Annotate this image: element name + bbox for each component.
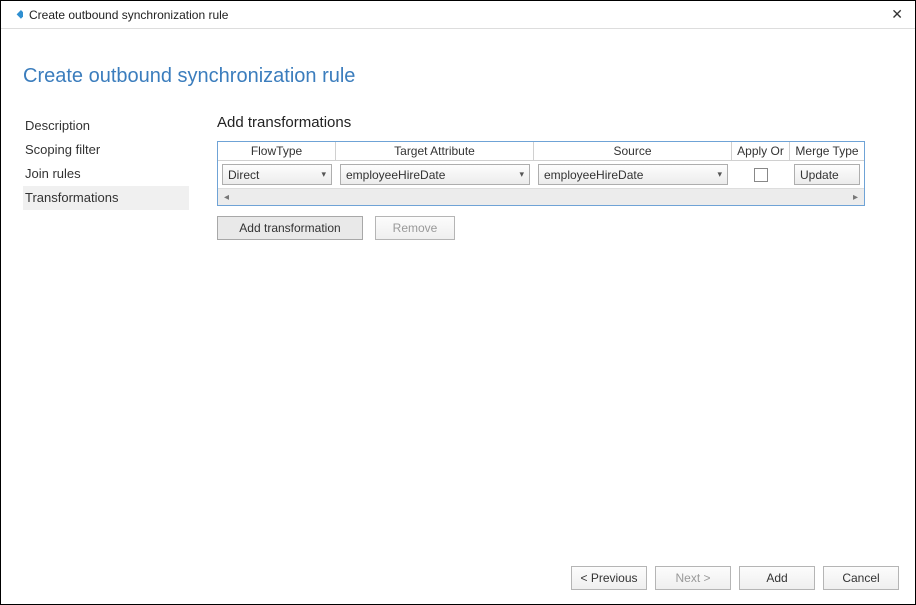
add-button[interactable]: Add xyxy=(739,566,815,590)
chevron-down-icon: ▾ xyxy=(519,169,524,180)
chevron-down-icon: ▾ xyxy=(321,169,326,180)
flowtype-value: Direct xyxy=(228,168,259,182)
add-transformation-button[interactable]: Add transformation xyxy=(217,216,363,240)
cancel-button[interactable]: Cancel xyxy=(823,566,899,590)
grid-header-row: FlowType Target Attribute Source Apply O… xyxy=(218,142,864,161)
mergetype-value: Update xyxy=(800,168,839,182)
remove-button[interactable]: Remove xyxy=(375,216,455,240)
mergetype-select[interactable]: Update xyxy=(794,164,860,185)
target-value: employeeHireDate xyxy=(346,168,445,182)
wizard-footer: < Previous Next > Add Cancel xyxy=(1,556,915,604)
col-header-applyor[interactable]: Apply Or xyxy=(732,142,790,161)
grid-scrollbar[interactable]: ◂ ▸ xyxy=(218,188,864,205)
sidebar: Description Scoping filter Join rules Tr… xyxy=(23,114,189,240)
transformations-panel: Add transformations FlowType Target Attr… xyxy=(217,114,893,240)
flowtype-select[interactable]: Direct ▾ xyxy=(222,164,332,185)
app-icon xyxy=(9,8,23,22)
source-value: employeeHireDate xyxy=(544,168,643,182)
next-button[interactable]: Next > xyxy=(655,566,731,590)
titlebar: Create outbound synchronization rule ✕ xyxy=(1,1,915,29)
col-header-source[interactable]: Source xyxy=(534,142,732,161)
chevron-down-icon: ▾ xyxy=(717,169,722,180)
previous-button[interactable]: < Previous xyxy=(571,566,647,590)
window-title: Create outbound synchronization rule xyxy=(29,8,887,22)
source-select[interactable]: employeeHireDate ▾ xyxy=(538,164,728,185)
col-header-target[interactable]: Target Attribute xyxy=(336,142,534,161)
content-area: Create outbound synchronization rule Des… xyxy=(1,29,915,556)
sidebar-item-description[interactable]: Description xyxy=(23,114,189,138)
col-header-flowtype[interactable]: FlowType xyxy=(218,142,336,161)
scroll-left-icon[interactable]: ◂ xyxy=(218,192,235,203)
close-icon[interactable]: ✕ xyxy=(887,6,907,23)
grid-row: Direct ▾ employeeHireDate ▾ employeeHire… xyxy=(218,161,864,188)
col-header-mergetype[interactable]: Merge Type xyxy=(790,142,864,161)
transformations-grid: FlowType Target Attribute Source Apply O… xyxy=(217,141,865,206)
apply-once-checkbox[interactable] xyxy=(754,168,768,182)
sidebar-item-transformations[interactable]: Transformations xyxy=(23,186,189,210)
sidebar-item-join-rules[interactable]: Join rules xyxy=(23,162,189,186)
scroll-right-icon[interactable]: ▸ xyxy=(847,192,864,203)
section-title: Add transformations xyxy=(217,114,893,131)
target-attribute-select[interactable]: employeeHireDate ▾ xyxy=(340,164,530,185)
sidebar-item-scoping-filter[interactable]: Scoping filter xyxy=(23,138,189,162)
page-title: Create outbound synchronization rule xyxy=(23,65,893,88)
